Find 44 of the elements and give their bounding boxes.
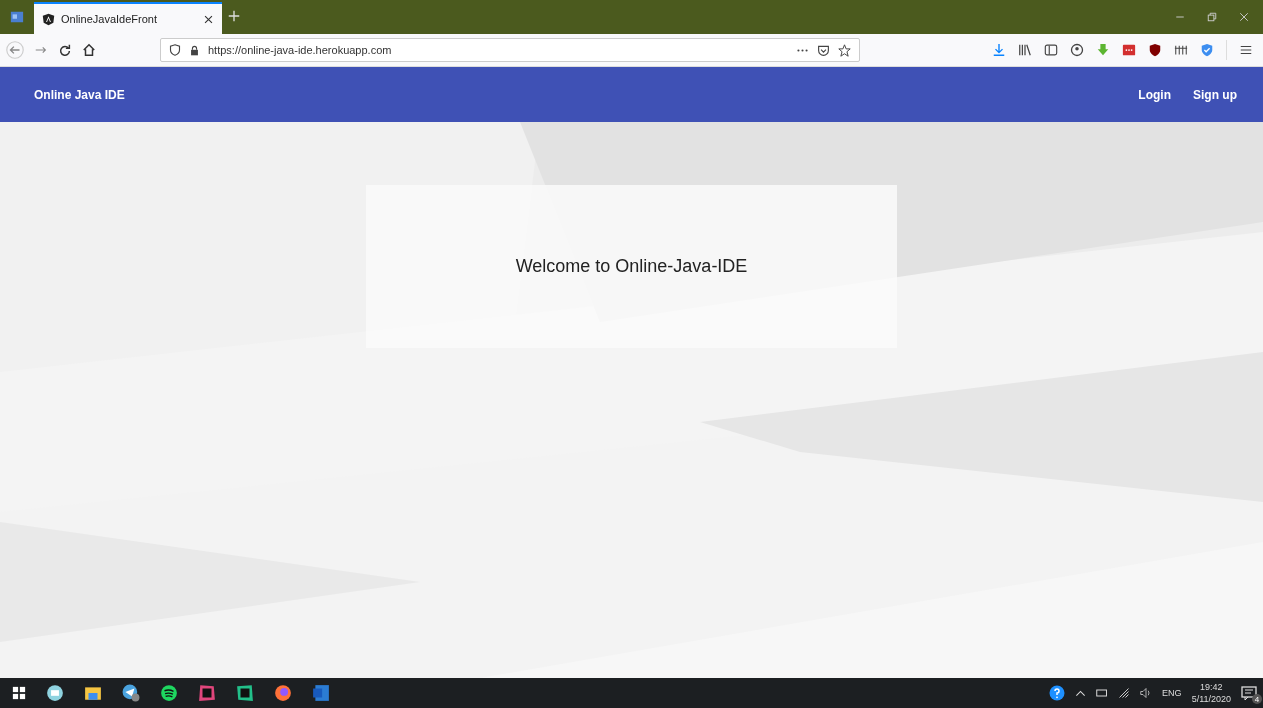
browser-tab[interactable]: OnlineJavaIdeFront bbox=[34, 2, 222, 34]
url-text: https://online-java-ide.herokuapp.com bbox=[208, 44, 393, 56]
grid-icon[interactable] bbox=[1174, 43, 1188, 57]
nav-link[interactable]: Sign up bbox=[1193, 87, 1237, 102]
library-icon[interactable] bbox=[1018, 43, 1032, 57]
help-icon[interactable] bbox=[1049, 685, 1066, 701]
extension-icon[interactable] bbox=[1122, 43, 1136, 57]
folder-icon[interactable] bbox=[84, 684, 102, 702]
back-icon[interactable] bbox=[6, 41, 24, 59]
home-icon[interactable] bbox=[82, 43, 96, 57]
mail-app-icon[interactable] bbox=[46, 684, 64, 702]
language-indicator[interactable]: ENG bbox=[1162, 688, 1182, 698]
sidebar-icon[interactable] bbox=[1044, 43, 1058, 57]
start-icon[interactable] bbox=[12, 686, 26, 700]
account-icon[interactable] bbox=[1070, 43, 1084, 57]
welcome-text: Welcome to Online-Java-IDE bbox=[515, 256, 748, 277]
menu-icon[interactable] bbox=[1239, 43, 1253, 57]
angular-icon bbox=[42, 12, 55, 26]
spotify-icon[interactable] bbox=[160, 684, 178, 702]
clock-date: 5/11/2020 bbox=[1191, 693, 1231, 705]
tab-title: OnlineJavaIdeFront bbox=[61, 13, 158, 25]
word-icon[interactable] bbox=[312, 684, 330, 702]
tab-manager-icon[interactable] bbox=[10, 10, 24, 24]
close-icon[interactable] bbox=[203, 13, 214, 25]
telegram-icon[interactable] bbox=[122, 684, 140, 702]
shield-check-icon[interactable] bbox=[1200, 43, 1214, 57]
nav-link[interactable]: Login bbox=[1138, 87, 1171, 102]
battery-icon[interactable] bbox=[1096, 687, 1109, 699]
download-icon[interactable] bbox=[992, 43, 1006, 57]
firefox-icon[interactable] bbox=[274, 684, 292, 702]
app-brand[interactable]: Online Java IDE bbox=[34, 87, 125, 102]
ublock-icon[interactable] bbox=[1148, 43, 1162, 57]
reload-icon[interactable] bbox=[58, 43, 72, 57]
pocket-icon[interactable] bbox=[817, 43, 830, 57]
address-bar[interactable]: https://online-java-ide.herokuapp.com bbox=[160, 38, 860, 62]
lock-icon bbox=[189, 44, 200, 56]
notification-badge: 4 bbox=[1252, 694, 1262, 704]
notification-icon[interactable] bbox=[1241, 685, 1257, 701]
star-icon[interactable] bbox=[838, 43, 851, 57]
clock[interactable]: 19:42 5/11/2020 bbox=[1191, 681, 1231, 705]
restore-icon[interactable] bbox=[1207, 12, 1217, 22]
new-tab-icon[interactable] bbox=[228, 10, 240, 22]
clock-time: 19:42 bbox=[1200, 681, 1223, 693]
shield-icon[interactable] bbox=[169, 44, 181, 56]
